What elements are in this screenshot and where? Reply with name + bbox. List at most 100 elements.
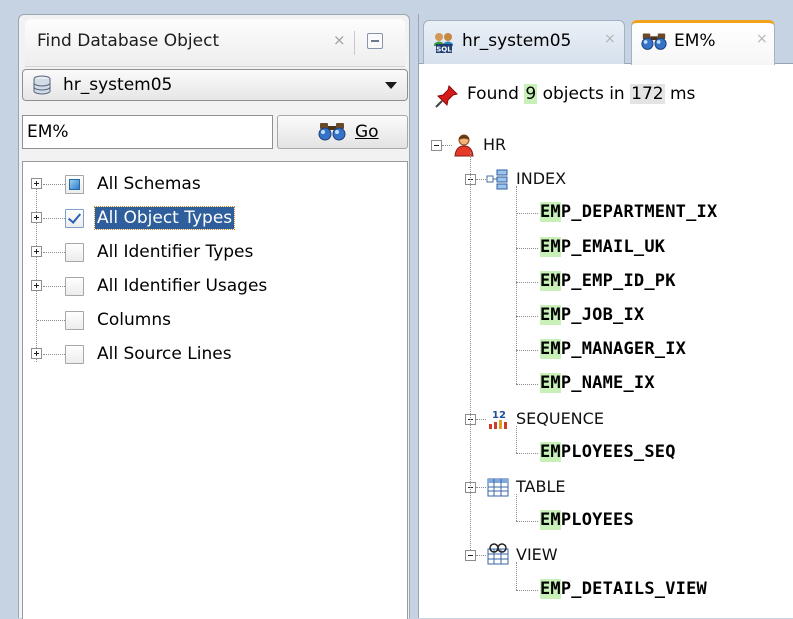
tree-connector (516, 589, 538, 591)
tree-connector (516, 425, 517, 453)
filter-label[interactable]: All Object Types (93, 206, 236, 230)
find-database-object-panel: Find Database Object × hr_system05 Go Al… (18, 14, 410, 619)
tree-connector (43, 354, 65, 355)
filter-row[interactable]: Columns (23, 305, 403, 337)
tree-connector (516, 281, 538, 283)
collapse-icon[interactable] (465, 550, 476, 562)
object-label[interactable]: EMPLOYEES (540, 510, 634, 531)
filter-row[interactable]: All Schemas (23, 169, 403, 201)
object-label[interactable]: EMP_MANAGER_IX (540, 339, 687, 360)
object-name-rest: P_DEPARTMENT_IX (560, 202, 718, 223)
object-label[interactable]: EMP_EMP_ID_PK (540, 270, 676, 291)
tree-connector (516, 521, 538, 523)
found-count: 9 (524, 84, 538, 104)
object-label[interactable]: EMP_JOB_IX (540, 305, 644, 325)
category-label[interactable]: TABLE (516, 477, 565, 496)
go-button[interactable]: Go (277, 115, 408, 149)
match-highlight: EM (540, 339, 561, 360)
filter-label[interactable]: All Identifier Usages (95, 275, 269, 297)
results-panel: SQL hr_system05 × EM% × Found 9 objects … (418, 14, 793, 618)
tab-label: hr_system05 (462, 31, 572, 51)
panel-header: Find Database Object × (25, 19, 405, 67)
binoculars-icon (641, 33, 667, 50)
filter-checkbox[interactable] (65, 345, 84, 364)
sequence-icon: 12 (489, 410, 507, 429)
object-name-rest: P_EMP_ID_PK (560, 270, 676, 291)
database-icon (33, 75, 51, 95)
filter-row[interactable]: All Identifier Types (23, 237, 403, 269)
match-highlight: EM (540, 578, 561, 599)
panel-title: Find Database Object (37, 31, 220, 51)
object-name-rest: P_DETAILS_VIEW (560, 578, 707, 599)
expand-icon[interactable] (31, 280, 42, 291)
filter-checkbox[interactable] (65, 311, 84, 330)
filter-checkbox[interactable] (65, 209, 84, 228)
expand-icon[interactable] (31, 246, 42, 257)
close-icon[interactable]: × (756, 31, 768, 47)
tree-connector (476, 555, 486, 557)
schema-label[interactable]: HR (483, 135, 506, 154)
match-highlight: EM (540, 236, 561, 257)
filter-label[interactable]: All Schemas (95, 173, 203, 195)
header-divider (354, 31, 355, 55)
user-icon (454, 134, 474, 157)
search-input[interactable] (22, 115, 273, 149)
filter-label[interactable]: All Identifier Types (95, 241, 255, 263)
binoculars-icon (318, 123, 346, 141)
filter-label[interactable]: All Source Lines (95, 343, 234, 365)
tree-connector (470, 152, 471, 551)
result-tree: HR INDEX EMP_DEPARTMENT_IX EMP_EMAIL_UK EMP_… (419, 114, 793, 614)
object-label[interactable]: EMP_NAME_IX (540, 373, 655, 394)
filter-row[interactable]: All Identifier Usages (23, 271, 403, 303)
filter-label[interactable]: Columns (95, 309, 173, 331)
tree-connector (476, 487, 486, 488)
close-icon[interactable]: × (333, 31, 346, 49)
category-label[interactable]: SEQUENCE (516, 409, 604, 428)
index-icon (486, 169, 508, 190)
category-label[interactable]: INDEX (516, 169, 566, 188)
pushpin-icon[interactable] (435, 84, 459, 108)
filter-checkbox[interactable] (65, 277, 84, 296)
found-middle: objects in (542, 84, 625, 104)
tree-connector (516, 350, 538, 352)
minimize-icon[interactable] (367, 33, 383, 49)
found-ms: 172 (630, 84, 665, 104)
connection-select[interactable]: hr_system05 (22, 69, 408, 101)
tab-em-search[interactable]: EM% × (631, 20, 775, 65)
filter-row[interactable]: All Object Types (23, 203, 403, 235)
object-label[interactable]: EMP_EMAIL_UK (540, 236, 666, 257)
tree-connector (516, 186, 517, 385)
object-label[interactable]: EMP_DETAILS_VIEW (540, 578, 707, 599)
tree-connector (43, 184, 65, 185)
object-label[interactable]: EMPLOYEES_SEQ (540, 441, 676, 462)
collapse-icon[interactable] (431, 140, 442, 151)
tree-connector (516, 213, 538, 215)
found-suffix: ms (669, 84, 696, 104)
tree-connector (43, 252, 65, 253)
filter-tree: All Schemas All Object Types All Identifie… (22, 161, 408, 619)
filter-row[interactable]: All Source Lines (23, 339, 403, 371)
tree-connector (43, 218, 65, 219)
object-name-rest: P_EMAIL_UK (560, 236, 666, 257)
match-highlight: EM (540, 373, 561, 394)
tree-connector (43, 286, 65, 287)
tab-hr-system05[interactable]: SQL hr_system05 × (423, 20, 625, 64)
table-icon (487, 478, 509, 497)
object-label[interactable]: EMP_DEPARTMENT_IX (540, 202, 718, 223)
expand-icon[interactable] (31, 348, 42, 359)
svg-text:SQL: SQL (436, 46, 452, 54)
object-name-rest: PLOYEES (560, 510, 634, 531)
match-highlight: EM (540, 305, 561, 325)
match-highlight: EM (540, 202, 561, 223)
expand-icon[interactable] (31, 178, 42, 189)
tree-connector (37, 320, 65, 321)
filter-checkbox[interactable] (65, 175, 84, 194)
found-prefix: Found (467, 84, 519, 104)
chevron-down-icon[interactable] (385, 82, 397, 89)
filter-checkbox[interactable] (65, 243, 84, 262)
object-name-rest: P_MANAGER_IX (560, 339, 687, 360)
object-name-rest: PLOYEES_SEQ (560, 441, 676, 462)
close-icon[interactable]: × (604, 31, 616, 47)
expand-icon[interactable] (31, 212, 42, 223)
category-label[interactable]: VIEW (516, 545, 558, 564)
